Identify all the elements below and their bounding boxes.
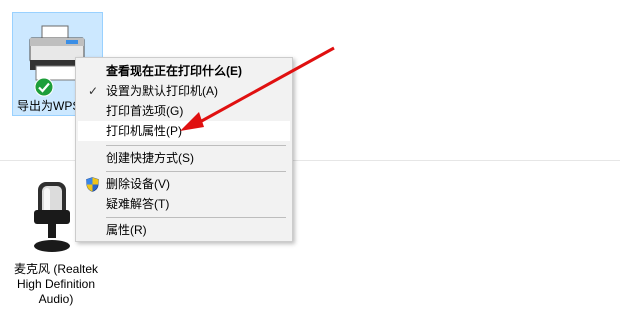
menu-item-create-shortcut[interactable]: 创建快捷方式(S) (78, 148, 290, 168)
menu-separator (106, 145, 286, 146)
menu-item-remove-device[interactable]: 删除设备(V) (78, 174, 290, 194)
menu-separator (106, 217, 286, 218)
menu-item-label: 创建快捷方式(S) (106, 151, 194, 165)
mic-label-line: 麦克风 (Realtek (13, 262, 99, 276)
menu-item-label: 打印机属性(P) (106, 124, 182, 138)
uac-shield-icon (86, 177, 99, 192)
menu-item-troubleshoot[interactable]: 疑难解答(T) (78, 194, 290, 214)
menu-item-properties[interactable]: 属性(R) (78, 220, 290, 240)
menu-separator (106, 171, 286, 172)
mic-label-line: Audio) (38, 292, 74, 306)
device-microphone-label[interactable]: 麦克风 (Realtek High Definition Audio) (4, 262, 108, 307)
menu-item-label: 疑难解答(T) (106, 197, 170, 211)
menu-item-printer-properties[interactable]: 打印机属性(P) (78, 121, 290, 141)
context-menu: 查看现在正在打印什么(E) ✓ 设置为默认打印机(A) 打印首选项(G) 打印机… (75, 57, 293, 242)
menu-item-label: 查看现在正在打印什么(E) (106, 64, 242, 78)
menu-item-label: 设置为默认打印机(A) (106, 84, 218, 98)
menu-item-printing-preferences[interactable]: 打印首选项(G) (78, 101, 290, 121)
menu-item-label: 打印首选项(G) (106, 104, 184, 118)
menu-item-label: 删除设备(V) (106, 177, 170, 191)
check-icon: ✓ (88, 84, 99, 98)
microphone-icon[interactable] (30, 180, 74, 254)
mic-label-line: High Definition (16, 277, 96, 291)
menu-item-label: 属性(R) (106, 223, 147, 237)
menu-item-see-printing[interactable]: 查看现在正在打印什么(E) (78, 61, 290, 81)
menu-item-set-default-printer[interactable]: ✓ 设置为默认打印机(A) (78, 81, 290, 101)
green-check-icon (34, 77, 54, 97)
